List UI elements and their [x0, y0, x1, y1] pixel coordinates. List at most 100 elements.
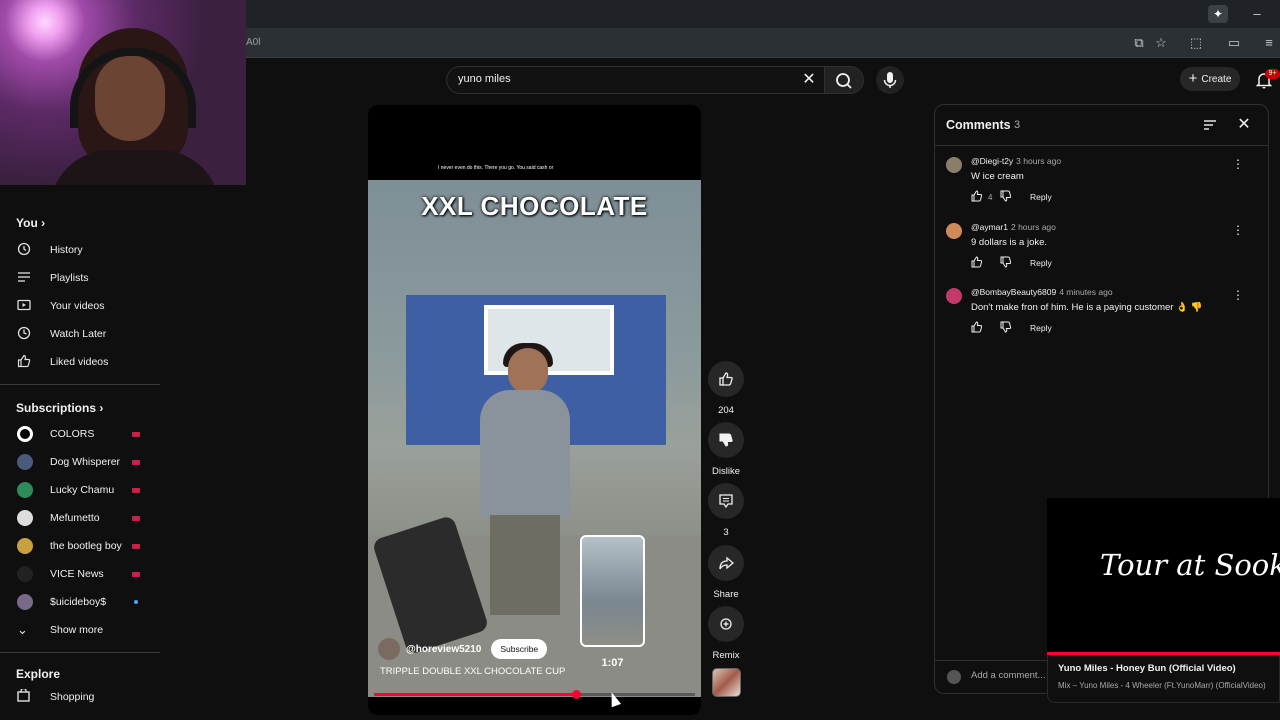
mini-player-subtitle: Mix – Yuno Miles - 4 Wheeler (Ft.YunoMar…: [1058, 681, 1266, 690]
mic-icon: [883, 72, 897, 88]
comments-count-label: 3: [1014, 119, 1021, 131]
comments-divider: [934, 145, 1269, 146]
thumbs-up-icon[interactable]: [971, 321, 983, 335]
comment-time: 2 hours ago: [1010, 221, 1056, 232]
comment-author[interactable]: @BombayBeauty6809: [971, 287, 1056, 297]
extensions-icon[interactable]: ⬚: [1187, 34, 1205, 52]
mini-player-title[interactable]: Yuno Miles - Honey Bun (Official Video): [1058, 663, 1236, 674]
sidebar-item-watch-later[interactable]: Watch Later: [0, 320, 160, 348]
create-button[interactable]: + Create: [1180, 67, 1240, 91]
comment-time: 3 hours ago: [1016, 156, 1062, 166]
share-label: Share: [713, 589, 739, 600]
more-options-icon[interactable]: ⋮: [1232, 223, 1244, 237]
search-input[interactable]: yuno miles: [458, 73, 511, 85]
channel-avatar: [17, 510, 33, 526]
comment-avatar[interactable]: [946, 288, 962, 304]
comments-button[interactable]: 3: [706, 483, 746, 538]
reply-button[interactable]: Reply: [1030, 192, 1052, 202]
shopping-icon: [0, 687, 50, 705]
thumbs-down-icon[interactable]: [1000, 321, 1012, 335]
share-icon: [719, 556, 734, 570]
sound-thumbnail[interactable]: [712, 668, 741, 697]
sidebar-you-heading[interactable]: You ›: [16, 216, 45, 230]
bookmark-star-icon[interactable]: ☆: [1152, 34, 1170, 52]
thumbs-down-icon[interactable]: [1000, 256, 1012, 270]
reply-button[interactable]: Reply: [1030, 323, 1052, 333]
channel-avatar: [17, 482, 33, 498]
like-count: 204: [718, 405, 734, 416]
channel-avatar: [17, 454, 33, 470]
chevron-right-icon: ›: [41, 216, 46, 230]
comment-icon: [719, 494, 733, 509]
short-title[interactable]: TRIPPLE DOUBLE XXL CHOCOLATE CUP: [380, 666, 565, 677]
channel-avatar: [17, 594, 33, 610]
sidebar-item-playlists[interactable]: Playlists: [0, 264, 160, 292]
sidebar-show-more[interactable]: ⌄ Show more: [0, 616, 160, 644]
dislike-button[interactable]: Dislike: [706, 422, 746, 477]
comment-like-count: 4: [988, 192, 993, 202]
reading-list-icon[interactable]: ≡: [1260, 34, 1278, 52]
add-comment-input[interactable]: Add a comment...: [971, 670, 1045, 681]
playlists-icon: [0, 270, 50, 287]
liked-icon: [0, 354, 50, 371]
sidebar-subscriptions-heading[interactable]: Subscriptions ›: [16, 401, 103, 415]
subscribe-button[interactable]: Subscribe: [491, 639, 548, 659]
thumbs-up-icon[interactable]: [971, 255, 983, 270]
sidebar-item-shopping[interactable]: Shopping: [0, 683, 160, 711]
reply-button[interactable]: Reply: [1030, 258, 1052, 268]
thumbs-down-icon[interactable]: [1000, 190, 1012, 204]
minimize-icon[interactable]: –: [1248, 5, 1266, 23]
scrub-preview-thumbnail: [580, 535, 645, 647]
channel-name[interactable]: @horeview5210: [406, 644, 481, 655]
channel-avatar: [17, 566, 33, 582]
remix-label: Remix: [712, 650, 740, 661]
sidebar-item-liked-videos[interactable]: Liked videos: [0, 348, 160, 376]
live-indicator: [132, 572, 140, 577]
short-video-player[interactable]: I never even do this. There you go. You …: [368, 105, 701, 715]
channel-avatar[interactable]: [378, 638, 400, 660]
voice-search-button[interactable]: [876, 66, 904, 94]
comments-title: Comments: [946, 118, 1011, 132]
progress-scrubber-handle[interactable]: [572, 690, 581, 699]
comments-count: 3: [723, 527, 729, 538]
comment-avatar[interactable]: [946, 157, 962, 173]
new-content-dot: [134, 600, 138, 604]
clear-search-icon[interactable]: ✕: [800, 70, 818, 90]
search-icon: [836, 73, 852, 89]
dislike-label: Dislike: [712, 466, 740, 477]
remix-icon: [720, 618, 732, 630]
more-options-icon[interactable]: ⋮: [1232, 288, 1244, 302]
share-button[interactable]: Share: [706, 545, 746, 600]
comment-author[interactable]: @aymar1: [971, 222, 1008, 232]
sidebar-item-history[interactable]: History: [0, 236, 160, 264]
new-tab-button[interactable]: ✦: [1208, 5, 1228, 23]
video-overlay-title: XXL CHOCOLATE: [421, 191, 648, 221]
video-caption-text: I never even do this. There you go. You …: [438, 165, 554, 171]
comment-text: W ice cream: [971, 171, 1024, 182]
close-icon[interactable]: ✕: [1236, 117, 1252, 133]
thumbs-up-icon[interactable]: [971, 190, 983, 204]
your-videos-icon: [0, 298, 50, 315]
sort-icon[interactable]: [1202, 117, 1218, 133]
thumbs-up-icon: [719, 372, 733, 386]
comment-avatar[interactable]: [946, 222, 962, 239]
search-button[interactable]: [824, 66, 864, 94]
remix-button[interactable]: Remix: [706, 606, 746, 661]
scrub-preview-time: 1:07: [601, 657, 624, 669]
install-app-icon[interactable]: ⧉: [1130, 34, 1148, 52]
more-options-icon[interactable]: ⋮: [1232, 157, 1244, 171]
sidebar-item-your-videos[interactable]: Your videos: [0, 292, 160, 320]
side-panel-icon[interactable]: ▭: [1225, 34, 1243, 52]
like-button[interactable]: 204: [706, 361, 746, 416]
progress-bar-fill: [374, 693, 576, 696]
sidebar-divider: [0, 652, 160, 653]
mini-player-progress: [1047, 652, 1280, 655]
address-text[interactable]: A0l: [246, 37, 260, 48]
comment-author[interactable]: @Diegi-t2y: [971, 156, 1013, 166]
history-icon: [0, 242, 50, 259]
sidebar-explore-heading: Explore: [16, 667, 61, 681]
chevron-down-icon: ⌄: [17, 622, 28, 637]
live-indicator: [132, 432, 140, 437]
live-indicator: [132, 516, 140, 521]
sidebar-divider: [0, 384, 160, 385]
